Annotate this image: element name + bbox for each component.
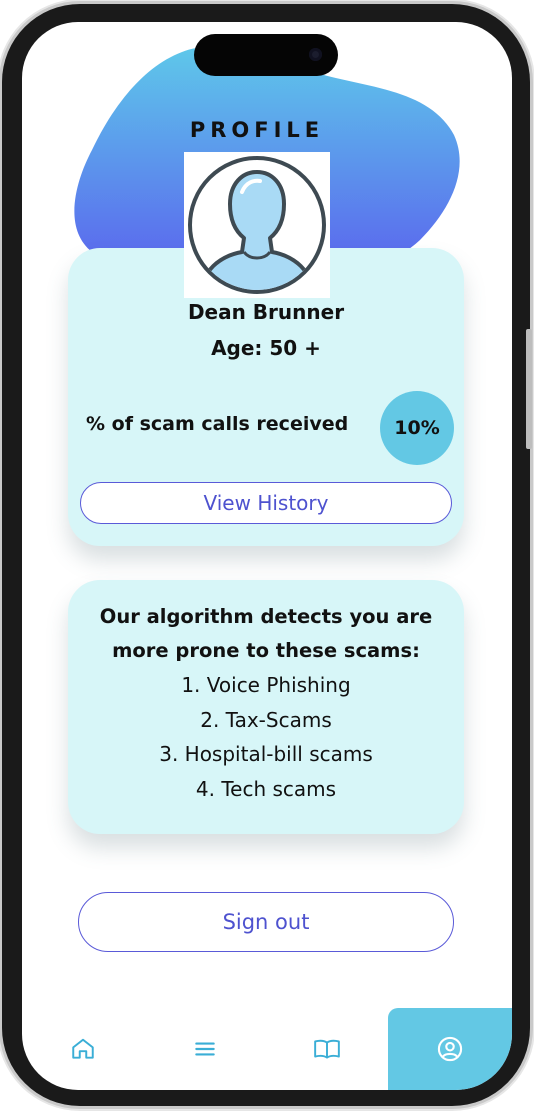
camera-notch [194, 34, 338, 76]
scam-calls-percent-badge: 10% [380, 391, 454, 465]
book-icon [314, 1039, 340, 1059]
avatar [184, 152, 330, 298]
scam-type-list: 1. Voice Phishing 2. Tax-Scams 3. Hospit… [68, 668, 464, 806]
sign-out-button[interactable]: Sign out [78, 892, 454, 952]
nav-library[interactable] [266, 1008, 388, 1090]
user-circle-icon [437, 1036, 463, 1062]
app-screen: PROFILE Dean Brunner Age: 50 + % of scam… [22, 22, 512, 1090]
algorithm-heading-line-2: more prone to these scams: [112, 639, 420, 662]
user-avatar-icon [188, 156, 326, 294]
algorithm-heading: Our algorithm detects you are more prone… [68, 600, 464, 668]
list-item: 3. Hospital-bill scams [159, 742, 373, 766]
scam-prediction-card: Our algorithm detects you are more prone… [68, 580, 464, 834]
view-history-button[interactable]: View History [80, 482, 452, 524]
home-icon [72, 1038, 94, 1059]
list-item: 1. Voice Phishing [181, 673, 351, 697]
side-button [526, 329, 532, 449]
user-name: Dean Brunner [187, 300, 345, 324]
list-item: 2. Tax-Scams [200, 707, 332, 732]
page-title: PROFILE [189, 118, 325, 142]
nav-profile[interactable] [388, 1008, 512, 1090]
camera-lens [309, 48, 322, 61]
algorithm-heading-line-1: Our algorithm detects you are [99, 605, 433, 628]
user-age: Age: 50 + [211, 336, 321, 360]
bottom-nav [22, 1008, 512, 1090]
scam-calls-label: % of scam calls received [86, 413, 349, 435]
nav-home[interactable] [22, 1008, 144, 1090]
nav-menu[interactable] [144, 1008, 266, 1090]
menu-icon [195, 1042, 215, 1056]
list-item: 4. Tech scams [195, 776, 337, 801]
